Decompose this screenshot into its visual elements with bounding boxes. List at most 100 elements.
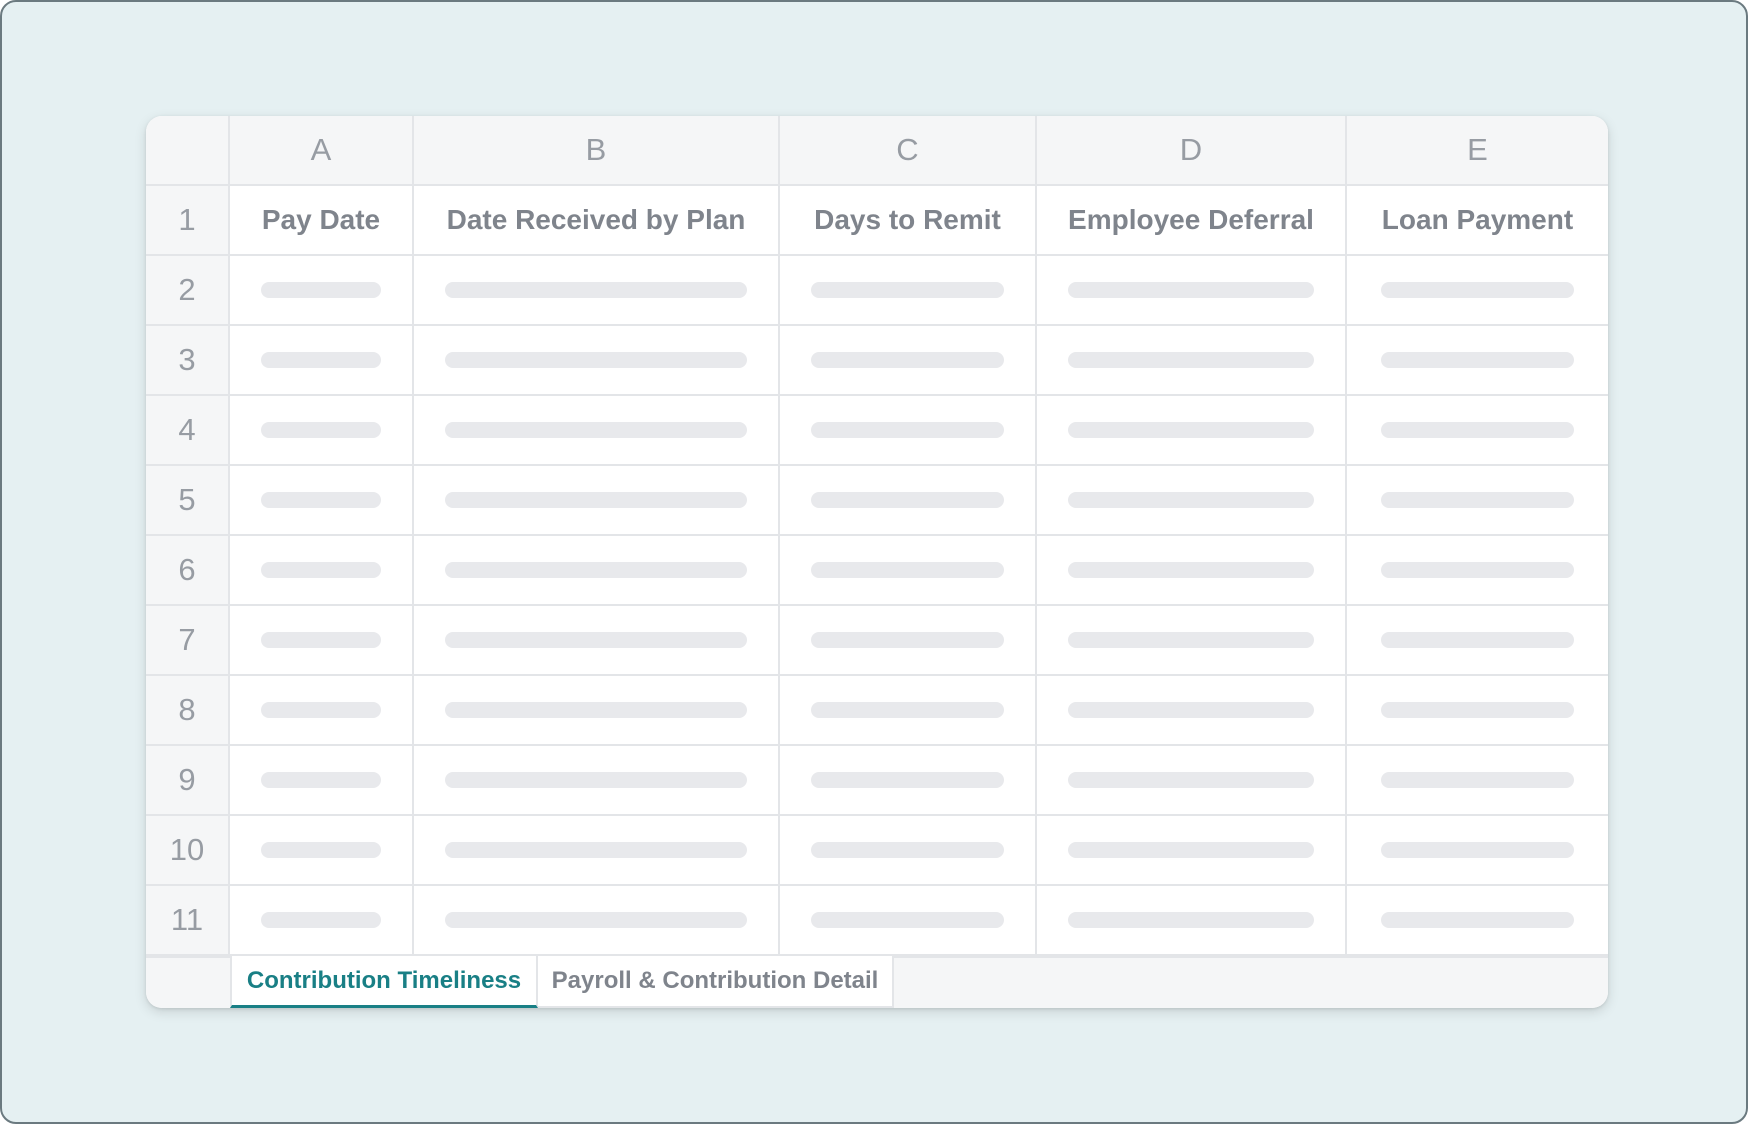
placeholder-bar [445,352,747,368]
placeholder-bar [445,632,747,648]
cell-d6[interactable] [1037,536,1347,606]
placeholder-bar [261,772,381,788]
header-cell-b1[interactable]: Date Received by Plan [414,186,780,256]
cell-c4[interactable] [780,396,1037,466]
cell-b8[interactable] [414,676,780,746]
cell-e5[interactable] [1347,466,1608,536]
cell-b5[interactable] [414,466,780,536]
cell-c5[interactable] [780,466,1037,536]
cell-a8[interactable] [230,676,414,746]
placeholder-bar [811,632,1004,648]
column-header-a[interactable]: A [230,116,414,186]
cell-b10[interactable] [414,816,780,886]
cell-b9[interactable] [414,746,780,816]
tab-payroll-contribution-detail[interactable]: Payroll & Contribution Detail [538,956,894,1008]
placeholder-bar [1068,422,1314,438]
cell-e8[interactable] [1347,676,1608,746]
column-header-c[interactable]: C [780,116,1037,186]
cell-c8[interactable] [780,676,1037,746]
row-header-11[interactable]: 11 [146,886,230,956]
placeholder-bar [811,352,1004,368]
column-header-d[interactable]: D [1037,116,1347,186]
placeholder-bar [261,842,381,858]
cell-c9[interactable] [780,746,1037,816]
cell-a2[interactable] [230,256,414,326]
header-cell-a1[interactable]: Pay Date [230,186,414,256]
cell-e3[interactable] [1347,326,1608,396]
row-header-7[interactable]: 7 [146,606,230,676]
placeholder-bar [261,282,381,298]
cell-b2[interactable] [414,256,780,326]
cell-d4[interactable] [1037,396,1347,466]
placeholder-bar [445,912,747,928]
cell-e10[interactable] [1347,816,1608,886]
cell-d5[interactable] [1037,466,1347,536]
cell-a4[interactable] [230,396,414,466]
placeholder-bar [1068,352,1314,368]
placeholder-bar [1381,772,1574,788]
placeholder-bar [445,562,747,578]
cell-b4[interactable] [414,396,780,466]
placeholder-bar [1068,772,1314,788]
placeholder-bar [1381,352,1574,368]
row-header-9[interactable]: 9 [146,746,230,816]
cell-a6[interactable] [230,536,414,606]
row-header-3[interactable]: 3 [146,326,230,396]
cell-d10[interactable] [1037,816,1347,886]
placeholder-bar [1381,422,1574,438]
cell-c10[interactable] [780,816,1037,886]
header-cell-d1[interactable]: Employee Deferral [1037,186,1347,256]
cell-c6[interactable] [780,536,1037,606]
cell-e2[interactable] [1347,256,1608,326]
column-header-b[interactable]: B [414,116,780,186]
cell-d7[interactable] [1037,606,1347,676]
placeholder-bar [1381,912,1574,928]
select-all-corner[interactable] [146,116,230,186]
cell-b7[interactable] [414,606,780,676]
tab-contribution-timeliness[interactable]: Contribution Timeliness [230,956,538,1008]
cell-e4[interactable] [1347,396,1608,466]
cell-c3[interactable] [780,326,1037,396]
cell-e11[interactable] [1347,886,1608,956]
cell-d2[interactable] [1037,256,1347,326]
cell-a9[interactable] [230,746,414,816]
cell-b3[interactable] [414,326,780,396]
row-header-8[interactable]: 8 [146,676,230,746]
cell-d3[interactable] [1037,326,1347,396]
cell-e9[interactable] [1347,746,1608,816]
placeholder-bar [1068,492,1314,508]
cell-e7[interactable] [1347,606,1608,676]
placeholder-bar [811,492,1004,508]
placeholder-bar [445,772,747,788]
row-header-5[interactable]: 5 [146,466,230,536]
placeholder-bar [261,562,381,578]
cell-c11[interactable] [780,886,1037,956]
row-header-1[interactable]: 1 [146,186,230,256]
placeholder-bar [445,702,747,718]
placeholder-bar [261,702,381,718]
cell-a10[interactable] [230,816,414,886]
cell-a5[interactable] [230,466,414,536]
cell-a7[interactable] [230,606,414,676]
placeholder-bar [261,912,381,928]
cell-b6[interactable] [414,536,780,606]
header-cell-c1[interactable]: Days to Remit [780,186,1037,256]
column-header-e[interactable]: E [1347,116,1608,186]
cell-d9[interactable] [1037,746,1347,816]
cell-b11[interactable] [414,886,780,956]
cell-e6[interactable] [1347,536,1608,606]
placeholder-bar [445,492,747,508]
header-cell-e1[interactable]: Loan Payment [1347,186,1608,256]
cell-a3[interactable] [230,326,414,396]
cell-d11[interactable] [1037,886,1347,956]
cell-c7[interactable] [780,606,1037,676]
row-header-2[interactable]: 2 [146,256,230,326]
row-header-10[interactable]: 10 [146,816,230,886]
row-header-6[interactable]: 6 [146,536,230,606]
row-header-4[interactable]: 4 [146,396,230,466]
cell-c2[interactable] [780,256,1037,326]
placeholder-bar [811,912,1004,928]
cell-a11[interactable] [230,886,414,956]
cell-d8[interactable] [1037,676,1347,746]
placeholder-bar [1381,562,1574,578]
